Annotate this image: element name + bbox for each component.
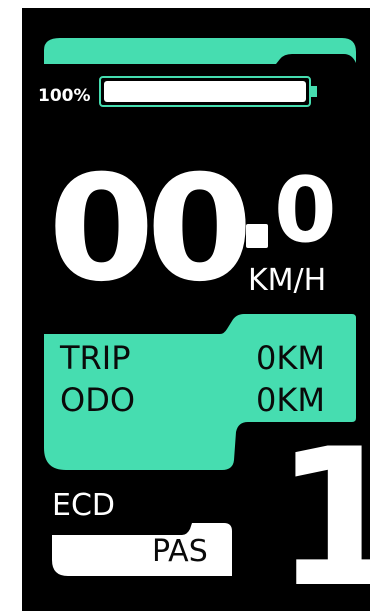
pas-level-number: 1 [274,408,370,611]
odo-label: ODO [60,381,136,419]
speed-decimal-point [246,224,268,248]
speed-integer: 00 [48,144,253,314]
speed-unit: KM/H [248,263,327,298]
trip-value: 0KM [256,339,325,377]
ebike-display-screen: 100% 00 0 KM/H TRIP 0KM ODO 0KM ECD PAS … [22,8,370,611]
trip-label: TRIP [60,339,131,377]
battery-fill [104,81,306,102]
battery-terminal [311,86,317,97]
top-header-bar [44,38,356,64]
mode-label: ECD [52,488,116,523]
pas-label: PAS [152,534,208,569]
speed-decimal: 0 [274,158,337,263]
battery-percent-label: 100% [38,86,91,106]
